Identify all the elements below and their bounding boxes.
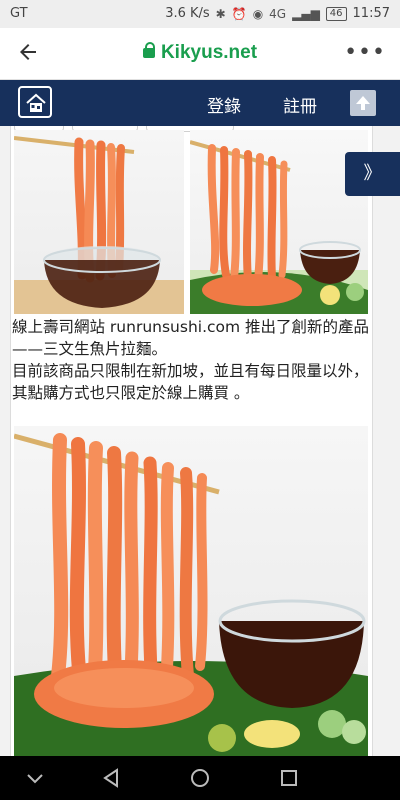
chevron-down-icon[interactable] — [20, 766, 50, 790]
battery-icon: 46 — [325, 6, 347, 21]
back-triangle-icon[interactable] — [96, 766, 126, 790]
status-bar: GT 3.6 K/s ✱ ⏰ ◉ 4G ▂▄▆ 46 11:57 — [0, 0, 400, 28]
more-options-icon[interactable]: ••• — [344, 40, 386, 65]
signal-icon: ▂▄▆ — [292, 6, 320, 21]
lock-icon — [142, 41, 155, 58]
network-type: 4G — [269, 6, 287, 21]
expand-sidebar-button[interactable]: 》 — [345, 152, 400, 196]
article-content: 線上壽司網站 runrunsushi.com 推出了創新的產品——三文生魚片拉麵… — [0, 126, 400, 756]
register-link[interactable]: 註冊 — [283, 92, 317, 117]
article-paragraph: 目前該商品只限制在新加坡，並且有每日限量以外，其點購方式也只限定於線上購買 。 — [12, 362, 369, 402]
salmon-noodle-dipping-image — [14, 130, 184, 314]
article-text: 線上壽司網站 runrunsushi.com 推出了創新的產品——三文生魚片拉麵… — [12, 316, 372, 404]
home-icon — [26, 93, 46, 112]
home-button[interactable] — [18, 86, 52, 118]
site-header: 登錄 註冊 — [0, 80, 400, 126]
bluetooth-icon: ✱ — [215, 6, 226, 21]
network-speed: 3.6 K/s — [165, 6, 210, 21]
home-circle-icon[interactable] — [185, 766, 215, 790]
scroll-top-icon[interactable] — [350, 90, 376, 116]
system-nav-bar — [0, 756, 400, 800]
login-link[interactable]: 登錄 — [207, 92, 241, 117]
eye-icon: ◉ — [252, 6, 264, 21]
browser-toolbar: Kikyus.net ••• — [0, 28, 400, 80]
clock: 11:57 — [352, 6, 390, 21]
status-indicators: 3.6 K/s ✱ ⏰ ◉ 4G ▂▄▆ 46 11:57 — [165, 6, 390, 21]
article-paragraph: 線上壽司網站 runrunsushi.com 推出了創新的產品——三文生魚片拉麵… — [12, 318, 370, 358]
address-bar[interactable]: Kikyus.net — [0, 41, 400, 64]
alarm-icon: ⏰ — [231, 6, 247, 21]
double-chevron-icon: 》 — [363, 163, 382, 184]
salmon-noodle-large-image — [14, 426, 368, 756]
carrier-label: GT — [10, 6, 28, 21]
domain-label: Kikyus.net — [160, 42, 258, 63]
salmon-noodle-plate-image — [190, 130, 368, 314]
recents-square-icon[interactable] — [274, 766, 304, 790]
